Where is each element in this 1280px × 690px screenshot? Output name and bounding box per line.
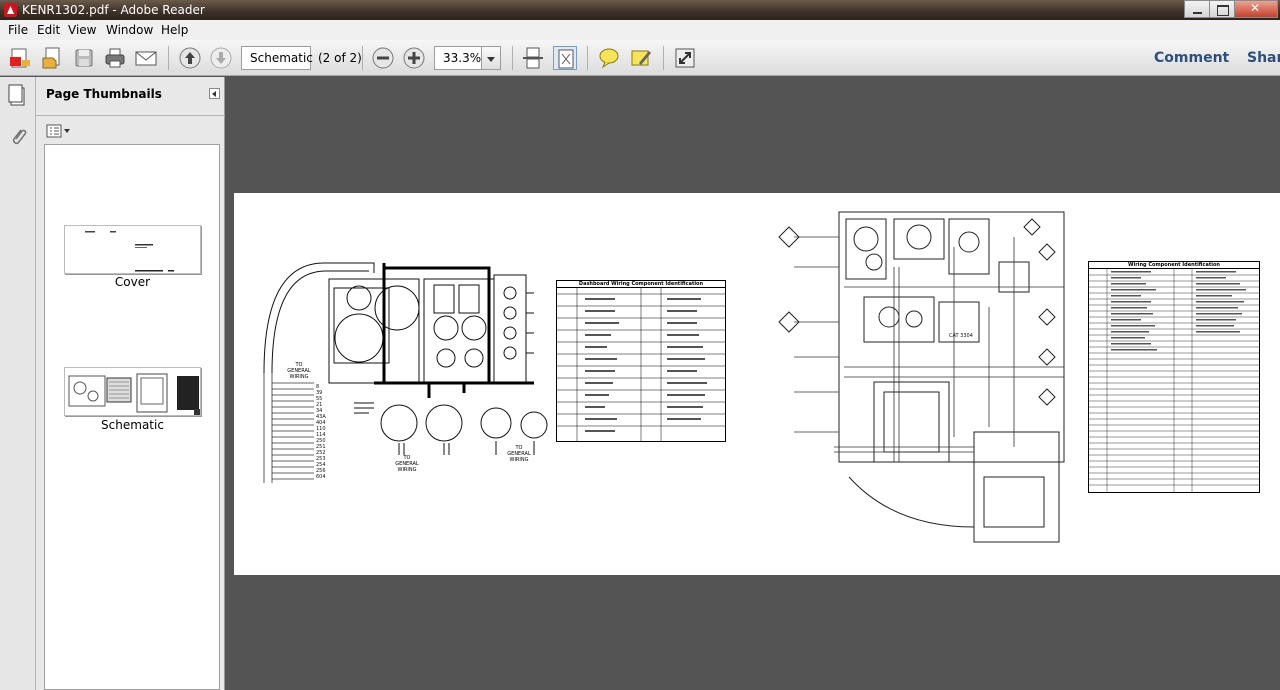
minimize-button[interactable] [1184, 0, 1210, 18]
highlight-icon[interactable] [629, 46, 653, 70]
print-icon[interactable] [103, 46, 127, 70]
menu-view[interactable]: View [68, 23, 96, 37]
zoom-in-icon[interactable] [402, 46, 426, 70]
read-mode-icon[interactable] [673, 46, 697, 70]
dashboard-table-title: Dashboard Wiring Component Identificatio… [557, 281, 725, 288]
menu-edit[interactable]: Edit [37, 23, 60, 37]
open-file-icon[interactable] [40, 46, 64, 70]
attachments-icon[interactable] [8, 125, 28, 149]
zoom-dropdown-button[interactable] [481, 46, 501, 70]
page-number-field[interactable]: Schematic [241, 46, 313, 70]
navigation-pane-strip [0, 77, 36, 690]
document-view: 8 39 55 21 34 43A 404 110 114 250 251 252 253 254 256 6… [226, 77, 1280, 690]
svg-text:604: 604 [316, 474, 326, 480]
title-bar: KENR1302.pdf - Adobe Reader [0, 0, 1280, 20]
label-to-general-wiring-2: TO GENERAL WIRING [395, 455, 419, 473]
thumbnail-options-icon[interactable] [46, 123, 72, 138]
maximize-button[interactable] [1209, 0, 1235, 18]
thumbnail-list: Cover Schematic [44, 144, 220, 690]
collapse-panel-button[interactable] [209, 88, 220, 99]
label-to-general-wiring-1: TO GENERAL WIRING [287, 362, 311, 380]
wiring-table-title: Wiring Component Identification [1089, 262, 1259, 269]
label-to-general-wiring-3: TO GENERAL WIRING [507, 445, 531, 463]
save-icon[interactable] [72, 46, 96, 70]
page-thumbnails-icon[interactable] [8, 84, 28, 108]
panel-title: Page Thumbnails [46, 87, 162, 101]
thumbnail-label-cover: Cover [114, 275, 151, 289]
zoom-out-icon[interactable] [371, 46, 395, 70]
wiring-component-table: Wiring Component Identification [1088, 261, 1260, 493]
thumbnail-cover[interactable] [64, 225, 201, 274]
main-wiring-diagram: CAT 3304 [778, 211, 1065, 543]
fit-page-icon[interactable] [553, 46, 577, 70]
zoom-field[interactable]: 33.3% [434, 46, 482, 70]
dashboard-component-table: Dashboard Wiring Component Identificatio… [556, 280, 726, 442]
email-icon[interactable] [134, 46, 158, 70]
menu-file[interactable]: File [8, 23, 28, 37]
page-count: (2 of 2) [318, 51, 362, 65]
thumbnail-label-schematic: Schematic [101, 418, 164, 432]
label-cat: CAT 3304 [949, 333, 973, 339]
scrolling-mode-icon[interactable] [521, 46, 545, 70]
share-pane-link[interactable]: Share [1247, 50, 1280, 66]
toolbar: Schematic (2 of 2) 33.3% Comment Share [0, 40, 1280, 76]
create-pdf-icon[interactable] [8, 46, 32, 70]
next-page-icon[interactable] [209, 46, 233, 70]
previous-page-icon[interactable] [178, 46, 202, 70]
sticky-note-icon[interactable] [597, 46, 621, 70]
thumbnail-schematic[interactable] [64, 367, 201, 416]
menu-help[interactable]: Help [161, 23, 188, 37]
pdf-page-schematic: 8 39 55 21 34 43A 404 110 114 250 251 252 253 254 256 6… [234, 193, 1280, 575]
adobe-reader-icon [4, 3, 17, 17]
close-button[interactable] [1234, 0, 1278, 18]
window-title: KENR1302.pdf - Adobe Reader [22, 3, 205, 17]
comment-pane-link[interactable]: Comment [1154, 50, 1229, 66]
menu-bar: File Edit View Window Help [0, 20, 1280, 40]
menu-window[interactable]: Window [106, 23, 153, 37]
